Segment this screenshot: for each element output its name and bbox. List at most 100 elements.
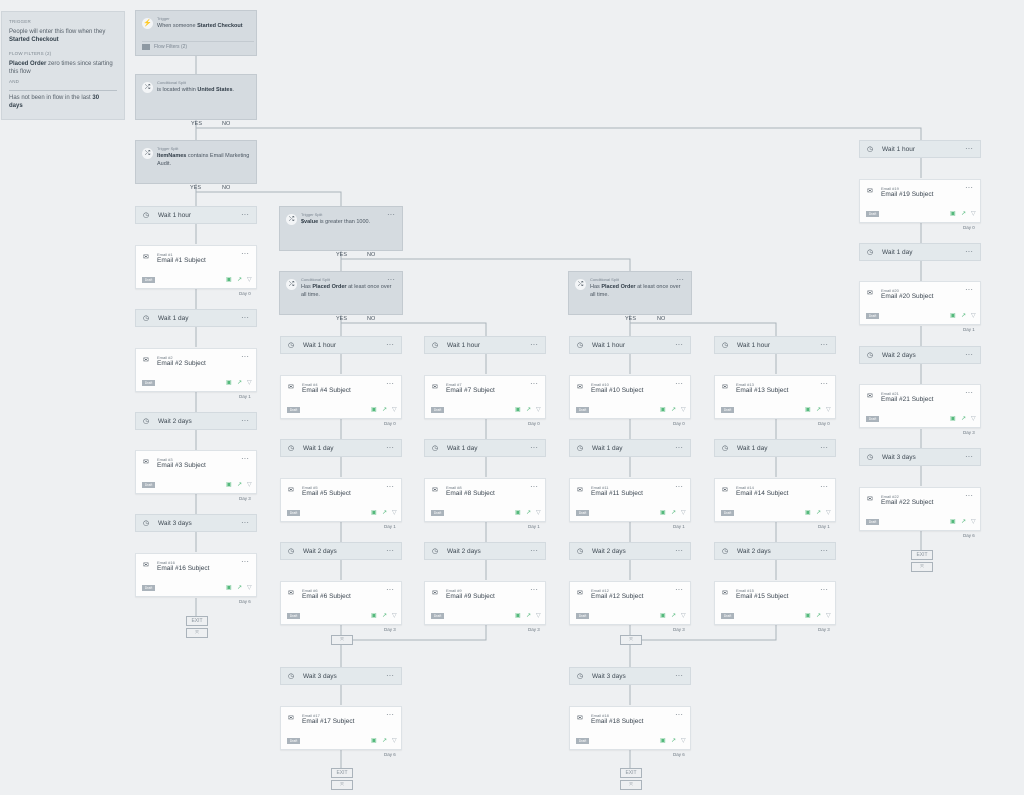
trend-icon[interactable]: ↗ bbox=[382, 510, 387, 516]
filter-icon[interactable]: ▽ bbox=[971, 211, 976, 217]
split1-node[interactable]: ⤮ Conditional Split is located within Uni… bbox=[135, 74, 257, 120]
wait-menu-button[interactable]: ··· bbox=[675, 337, 683, 353]
analytics-icon[interactable]: ▣ bbox=[226, 482, 232, 488]
filter-icon[interactable]: ▽ bbox=[536, 613, 541, 619]
wait-step[interactable]: ◷ Wait 1 hour ··· bbox=[859, 140, 981, 158]
split5-node[interactable]: ⤮ Conditional Split Has Placed Order at l… bbox=[568, 271, 692, 315]
exit-split-icon[interactable]: ⤧ bbox=[331, 780, 353, 790]
wait-step[interactable]: ◷ Wait 1 day ··· bbox=[859, 243, 981, 261]
analytics-icon[interactable]: ▣ bbox=[515, 613, 521, 619]
merge-icon[interactable]: ⤧ bbox=[620, 635, 642, 645]
trend-icon[interactable]: ↗ bbox=[526, 407, 531, 413]
analytics-icon[interactable]: ▣ bbox=[660, 407, 666, 413]
email-step[interactable]: ✉ Email #3 Email #3 Subject ··· Draft ▣ … bbox=[135, 450, 257, 494]
wait-step[interactable]: ◷ Wait 2 days ··· bbox=[135, 412, 257, 430]
trend-icon[interactable]: ↗ bbox=[961, 313, 966, 319]
wait-menu-button[interactable]: ··· bbox=[675, 543, 683, 559]
filter-icon[interactable]: ▽ bbox=[247, 277, 252, 283]
wait-menu-button[interactable]: ··· bbox=[965, 449, 973, 465]
email-step[interactable]: ✉ Email #19 Email #19 Subject ··· Draft … bbox=[859, 179, 981, 223]
wait-menu-button[interactable]: ··· bbox=[241, 413, 249, 429]
email-menu-button[interactable]: ··· bbox=[241, 554, 249, 570]
wait-menu-button[interactable]: ··· bbox=[820, 440, 828, 456]
split4-node[interactable]: ⤮ Conditional Split Has Placed Order at l… bbox=[279, 271, 403, 315]
exit-split-icon[interactable]: ⤧ bbox=[620, 780, 642, 790]
wait-menu-button[interactable]: ··· bbox=[386, 440, 394, 456]
wait-step[interactable]: ◷ Wait 1 day ··· bbox=[714, 439, 836, 457]
email-step[interactable]: ✉ Email #22 Email #22 Subject ··· Draft … bbox=[859, 487, 981, 531]
wait-step[interactable]: ◷ Wait 1 hour ··· bbox=[424, 336, 546, 354]
email-menu-button[interactable]: ··· bbox=[530, 376, 538, 392]
wait-step[interactable]: ◷ Wait 1 hour ··· bbox=[569, 336, 691, 354]
filter-icon[interactable]: ▽ bbox=[392, 738, 397, 744]
filter-icon[interactable]: ▽ bbox=[392, 510, 397, 516]
trend-icon[interactable]: ↗ bbox=[671, 738, 676, 744]
trigger-node[interactable]: ⚡ Trigger When someone Started Checkout F… bbox=[135, 10, 257, 56]
filter-icon[interactable]: ▽ bbox=[826, 407, 831, 413]
trend-icon[interactable]: ↗ bbox=[526, 613, 531, 619]
trend-icon[interactable]: ↗ bbox=[671, 407, 676, 413]
analytics-icon[interactable]: ▣ bbox=[950, 519, 956, 525]
wait-step[interactable]: ◷ Wait 2 days ··· bbox=[859, 346, 981, 364]
email-step[interactable]: ✉ Email #10 Email #10 Subject ··· Draft … bbox=[569, 375, 691, 419]
analytics-icon[interactable]: ▣ bbox=[950, 211, 956, 217]
wait-menu-button[interactable]: ··· bbox=[820, 543, 828, 559]
filter-icon[interactable]: ▽ bbox=[826, 510, 831, 516]
trend-icon[interactable]: ↗ bbox=[671, 510, 676, 516]
wait-menu-button[interactable]: ··· bbox=[530, 440, 538, 456]
email-step[interactable]: ✉ Email #9 Email #9 Subject ··· Draft ▣ … bbox=[424, 581, 546, 625]
trend-icon[interactable]: ↗ bbox=[237, 277, 242, 283]
wait-step[interactable]: ◷ Wait 1 day ··· bbox=[135, 309, 257, 327]
wait-menu-button[interactable]: ··· bbox=[965, 141, 973, 157]
trend-icon[interactable]: ↗ bbox=[382, 407, 387, 413]
filter-icon[interactable]: ▽ bbox=[971, 519, 976, 525]
email-menu-button[interactable]: ··· bbox=[241, 451, 249, 467]
email-menu-button[interactable]: ··· bbox=[241, 246, 249, 262]
trend-icon[interactable]: ↗ bbox=[961, 519, 966, 525]
wait-step[interactable]: ◷ Wait 1 hour ··· bbox=[135, 206, 257, 224]
email-step[interactable]: ✉ Email #17 Email #17 Subject ··· Draft … bbox=[280, 706, 402, 750]
email-menu-button[interactable]: ··· bbox=[820, 582, 828, 598]
wait-menu-button[interactable]: ··· bbox=[820, 337, 828, 353]
analytics-icon[interactable]: ▣ bbox=[660, 510, 666, 516]
filter-icon[interactable]: ▽ bbox=[392, 407, 397, 413]
email-menu-button[interactable]: ··· bbox=[675, 376, 683, 392]
filter-icon[interactable]: ▽ bbox=[247, 585, 252, 591]
wait-menu-button[interactable]: ··· bbox=[241, 515, 249, 531]
trend-icon[interactable]: ↗ bbox=[961, 211, 966, 217]
wait-step[interactable]: ◷ Wait 3 days ··· bbox=[135, 514, 257, 532]
trend-icon[interactable]: ↗ bbox=[237, 380, 242, 386]
analytics-icon[interactable]: ▣ bbox=[660, 613, 666, 619]
trend-icon[interactable]: ↗ bbox=[961, 416, 966, 422]
email-menu-button[interactable]: ··· bbox=[530, 582, 538, 598]
wait-step[interactable]: ◷ Wait 2 days ··· bbox=[280, 542, 402, 560]
email-menu-button[interactable]: ··· bbox=[675, 582, 683, 598]
filter-icon[interactable]: ▽ bbox=[826, 613, 831, 619]
wait-menu-button[interactable]: ··· bbox=[386, 543, 394, 559]
filter-icon[interactable]: ▽ bbox=[536, 510, 541, 516]
email-menu-button[interactable]: ··· bbox=[386, 376, 394, 392]
analytics-icon[interactable]: ▣ bbox=[805, 613, 811, 619]
filter-icon[interactable]: ▽ bbox=[247, 482, 252, 488]
email-step[interactable]: ✉ Email #4 Email #4 Subject ··· Draft ▣ … bbox=[280, 375, 402, 419]
email-step[interactable]: ✉ Email #15 Email #15 Subject ··· Draft … bbox=[714, 581, 836, 625]
email-menu-button[interactable]: ··· bbox=[965, 180, 973, 196]
flow-filters-button[interactable]: Flow Filters (2) bbox=[142, 41, 254, 51]
filter-icon[interactable]: ▽ bbox=[971, 416, 976, 422]
email-step[interactable]: ✉ Email #8 Email #8 Subject ··· Draft ▣ … bbox=[424, 478, 546, 522]
trend-icon[interactable]: ↗ bbox=[671, 613, 676, 619]
wait-menu-button[interactable]: ··· bbox=[530, 337, 538, 353]
wait-menu-button[interactable]: ··· bbox=[965, 244, 973, 260]
email-step[interactable]: ✉ Email #16 Email #16 Subject ··· Draft … bbox=[135, 553, 257, 597]
exit-split-icon[interactable]: ⤧ bbox=[186, 628, 208, 638]
analytics-icon[interactable]: ▣ bbox=[515, 510, 521, 516]
filter-icon[interactable]: ▽ bbox=[681, 738, 686, 744]
exit-split-icon[interactable]: ⤧ bbox=[911, 562, 933, 572]
wait-step[interactable]: ◷ Wait 1 day ··· bbox=[569, 439, 691, 457]
email-menu-button[interactable]: ··· bbox=[820, 479, 828, 495]
wait-menu-button[interactable]: ··· bbox=[965, 347, 973, 363]
wait-menu-button[interactable]: ··· bbox=[675, 440, 683, 456]
email-menu-button[interactable]: ··· bbox=[386, 582, 394, 598]
trend-icon[interactable]: ↗ bbox=[237, 482, 242, 488]
email-menu-button[interactable]: ··· bbox=[965, 282, 973, 298]
